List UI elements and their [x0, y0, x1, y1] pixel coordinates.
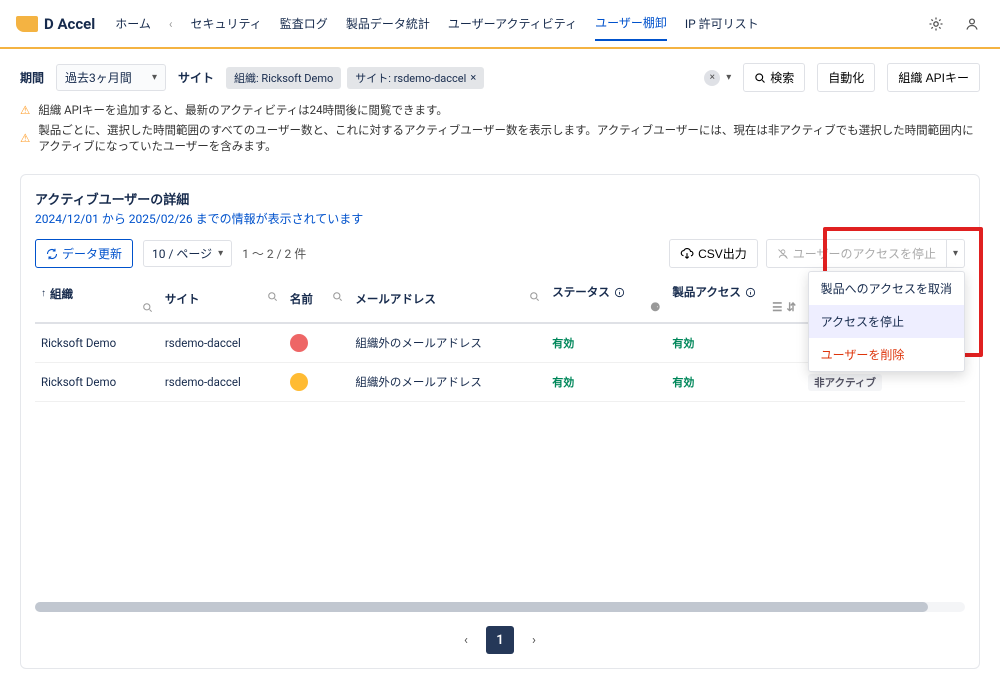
bulk-action-menu-toggle[interactable]: ▾ [947, 239, 965, 268]
search-button[interactable]: 検索 [743, 63, 805, 92]
chevron-down-icon[interactable]: ▾ [726, 72, 731, 83]
cell-org: Ricksoft Demo [35, 323, 159, 363]
site-tags: 組織: Ricksoft Demo サイト: rsdemo-daccel× × … [226, 67, 731, 89]
search-icon[interactable] [332, 291, 343, 302]
range-text: 1 ～ 2 / 2 件 [242, 245, 306, 262]
alerts: ⚠ 組織 APIキーを追加すると、最新のアクティビティは24時間後に閲覧できます… [0, 102, 1000, 170]
cell-email: 組織外のメールアドレス [349, 363, 546, 402]
chevron-down-icon: ▾ [218, 248, 223, 259]
csv-export-button[interactable]: CSV出力 [669, 239, 758, 268]
nav-security[interactable]: セキュリティ [191, 7, 262, 40]
topbar: D Accel ホーム ‹ セキュリティ 監査ログ 製品データ統計 ユーザーアク… [0, 0, 1000, 49]
sort-icon[interactable]: ⇵ [786, 300, 796, 314]
th-name[interactable]: 名前 [284, 276, 349, 323]
warning-icon: ⚠ [20, 131, 30, 145]
user-icon[interactable] [960, 12, 984, 36]
period-select[interactable]: 過去3ヶ月間 ▾ [56, 64, 166, 91]
search-icon[interactable] [142, 302, 153, 313]
card-toolbar: データ更新 10 / ページ ▾ 1 ～ 2 / 2 件 CSV出力 ユーザーの… [35, 239, 965, 268]
page-size-select[interactable]: 10 / ページ ▾ [143, 240, 232, 267]
bulk-action-dropdown: 製品へのアクセスを取消 アクセスを停止 ユーザーを削除 [808, 271, 965, 372]
search-icon[interactable] [529, 291, 540, 302]
pager-next[interactable]: › [520, 626, 548, 654]
filter-icon[interactable]: ⚈ [650, 300, 660, 314]
sort-ascending-icon: ↑ [41, 288, 46, 299]
cloud-download-icon [680, 247, 694, 261]
nav-product-stats[interactable]: 製品データ統計 [346, 7, 430, 40]
topbar-right [924, 12, 984, 36]
tag-org[interactable]: 組織: Ricksoft Demo [226, 67, 341, 89]
cell-name [284, 323, 349, 363]
nav-ip-allow[interactable]: IP 許可リスト [685, 7, 759, 40]
cell-product-access: 有効 [666, 323, 802, 363]
nav-user-dispose[interactable]: ユーザー棚卸 [595, 6, 667, 41]
cell-org: Ricksoft Demo [35, 363, 159, 402]
nav-user-activity[interactable]: ユーザーアクティビティ [448, 7, 577, 40]
brand-text: D Accel [44, 15, 95, 33]
logo-icon [16, 16, 38, 32]
th-site[interactable]: サイト [159, 276, 284, 323]
main-nav: ホーム ‹ セキュリティ 監査ログ 製品データ統計 ユーザーアクティビティ ユー… [115, 6, 924, 41]
pager-prev[interactable]: ‹ [452, 626, 480, 654]
period-value: 過去3ヶ月間 [65, 69, 132, 86]
horizontal-scrollbar[interactable] [35, 602, 965, 612]
refresh-icon [46, 248, 58, 260]
pager-page-1[interactable]: 1 [486, 626, 514, 654]
th-status[interactable]: ステータス ⚈ [546, 276, 666, 323]
cell-name [284, 363, 349, 402]
nav-audit[interactable]: 監査ログ [280, 7, 328, 40]
site-label: サイト [178, 69, 214, 86]
gear-icon[interactable] [924, 12, 948, 36]
th-org[interactable]: ↑組織 [35, 276, 159, 323]
alert-1: ⚠ 組織 APIキーを追加すると、最新のアクティビティは24時間後に閲覧できます… [20, 102, 980, 118]
api-key-button[interactable]: 組織 APIキー [887, 63, 980, 92]
chevron-down-icon: ▾ [953, 248, 958, 259]
refresh-button[interactable]: データ更新 [35, 239, 133, 268]
tag-site[interactable]: サイト: rsdemo-daccel× [347, 67, 484, 89]
logo[interactable]: D Accel [16, 15, 95, 33]
filter-bar: 期間 過去3ヶ月間 ▾ サイト 組織: Ricksoft Demo サイト: r… [0, 49, 1000, 102]
avatar [290, 373, 308, 391]
cell-site: rsdemo-daccel [159, 323, 284, 363]
cell-site: rsdemo-daccel [159, 363, 284, 402]
alert-2: ⚠ 製品ごとに、選択した時間範囲のすべてのユーザー数と、これに対するアクティブユ… [20, 122, 980, 154]
pagination: ‹ 1 › [35, 626, 965, 654]
card-subtitle: 2024/12/01 から 2025/02/26 までの情報が表示されています [35, 210, 965, 227]
chevron-down-icon: ▾ [152, 72, 157, 83]
cell-email: 組織外のメールアドレス [349, 323, 546, 363]
filter-icon[interactable]: ☰ [772, 300, 782, 314]
card-title: アクティブユーザーの詳細 [35, 189, 965, 208]
disable-access-button: ユーザーのアクセスを停止 [766, 239, 947, 268]
period-label: 期間 [20, 69, 44, 86]
active-users-card: アクティブユーザーの詳細 2024/12/01 から 2025/02/26 まで… [20, 174, 980, 669]
search-icon [754, 72, 766, 84]
scrollbar-thumb[interactable] [35, 602, 928, 612]
toolbar-right: CSV出力 ユーザーのアクセスを停止 ▾ 製品へのアクセスを取消 アクセスを停止… [669, 239, 965, 268]
th-email[interactable]: メールアドレス [349, 276, 546, 323]
cell-status: 有効 [546, 323, 666, 363]
info-icon [614, 287, 625, 298]
dropdown-delete-user[interactable]: ユーザーを削除 [809, 338, 964, 371]
th-product-access[interactable]: 製品アクセス ☰⇵ [666, 276, 802, 323]
cell-product-access: 有効 [666, 363, 802, 402]
avatar [290, 334, 308, 352]
dropdown-revoke-product[interactable]: 製品へのアクセスを取消 [809, 272, 964, 305]
cell-status: 有効 [546, 363, 666, 402]
warning-icon: ⚠ [20, 103, 30, 117]
nav-separator: ‹ [169, 17, 173, 31]
close-icon[interactable]: × [470, 71, 476, 84]
bulk-action-split-button: ユーザーのアクセスを停止 ▾ 製品へのアクセスを取消 アクセスを停止 ユーザーを… [766, 239, 965, 268]
search-icon[interactable] [267, 291, 278, 302]
clear-tags-icon[interactable]: × [704, 70, 720, 86]
dropdown-disable-access[interactable]: アクセスを停止 [809, 305, 964, 338]
user-slash-icon [777, 248, 789, 260]
automation-button[interactable]: 自動化 [817, 63, 875, 92]
info-icon [745, 287, 756, 298]
nav-home[interactable]: ホーム [115, 7, 151, 40]
